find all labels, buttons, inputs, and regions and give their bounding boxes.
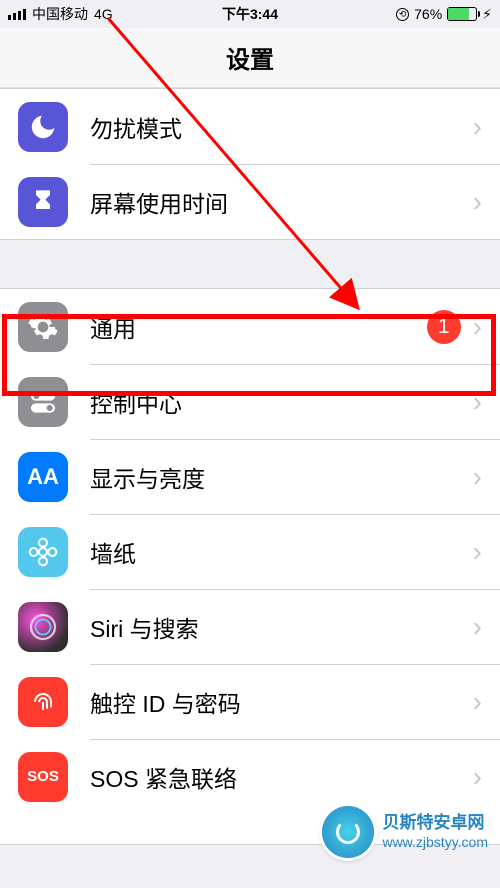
moon-icon (18, 102, 68, 152)
row-label: Siri 与搜索 (90, 610, 473, 644)
chevron-right-icon: › (473, 461, 482, 493)
row-screentime[interactable]: 屏幕使用时间 › (0, 164, 500, 239)
siri-icon (18, 602, 68, 652)
network-label: 4G (94, 6, 113, 22)
row-touchid[interactable]: 触控 ID 与密码 › (0, 664, 500, 739)
row-control-center[interactable]: 控制中心 › (0, 364, 500, 439)
row-dnd[interactable]: 勿扰模式 › (0, 89, 500, 164)
charging-icon: ⚡︎ (482, 6, 492, 23)
hourglass-icon (18, 177, 68, 227)
fingerprint-icon (18, 677, 68, 727)
chevron-right-icon: › (473, 386, 482, 418)
chevron-right-icon: › (473, 686, 482, 718)
sos-icon: SOS (18, 752, 68, 802)
row-sos[interactable]: SOS SOS 紧急联络 › (0, 739, 500, 814)
chevron-right-icon: › (473, 311, 482, 343)
statusbar-right: 76% ⚡︎ (396, 6, 492, 23)
row-display[interactable]: AA 显示与亮度 › (0, 439, 500, 514)
text-size-icon: AA (18, 452, 68, 502)
statusbar-left: 中国移动 4G (8, 4, 113, 24)
toggle-icon (18, 377, 68, 427)
nav-bar: 设置 (0, 28, 500, 88)
flower-icon (18, 527, 68, 577)
row-label: 控制中心 (90, 385, 473, 419)
row-siri[interactable]: Siri 与搜索 › (0, 589, 500, 664)
row-label: 显示与亮度 (90, 460, 473, 494)
time-label: 下午3:44 (222, 4, 278, 24)
battery-pct-label: 76% (414, 6, 442, 22)
row-label: SOS 紧急联络 (90, 760, 473, 794)
statusbar: 中国移动 4G 下午3:44 76% ⚡︎ (0, 0, 500, 28)
chevron-right-icon: › (473, 761, 482, 793)
page-title: 设置 (226, 40, 274, 75)
chevron-right-icon: › (473, 186, 482, 218)
orientation-lock-icon (396, 8, 409, 21)
row-label: 触控 ID 与密码 (90, 685, 473, 719)
gear-icon (18, 302, 68, 352)
notification-badge: 1 (427, 310, 461, 344)
battery-icon (447, 7, 477, 21)
row-label: 勿扰模式 (90, 110, 473, 144)
carrier-label: 中国移动 (32, 4, 88, 24)
signal-icon (8, 9, 26, 20)
settings-group-1: 勿扰模式 › 屏幕使用时间 › (0, 88, 500, 240)
row-label: 墙纸 (90, 535, 473, 569)
row-wallpaper[interactable]: 墙纸 › (0, 514, 500, 589)
settings-group-2: 通用 1 › 控制中心 › AA 显示与亮度 › 墙纸 › Siri 与搜索 ›… (0, 288, 500, 845)
chevron-right-icon: › (473, 111, 482, 143)
row-label: 通用 (90, 310, 427, 344)
group-spacer (0, 240, 500, 288)
row-general[interactable]: 通用 1 › (0, 289, 500, 364)
chevron-right-icon: › (473, 611, 482, 643)
chevron-right-icon: › (473, 536, 482, 568)
row-label: 屏幕使用时间 (90, 185, 473, 219)
